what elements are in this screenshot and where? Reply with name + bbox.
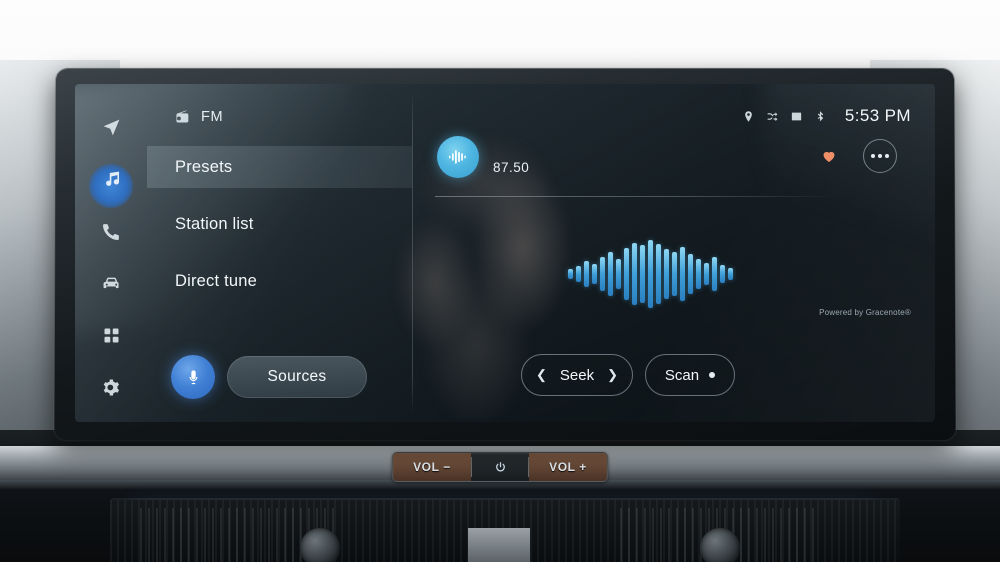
navigation-arrow-icon	[103, 119, 119, 135]
visualizer-bar	[623, 248, 629, 300]
source-menu-column: FM Presets Station list Direct tune Sour…	[147, 84, 412, 422]
visualizer-bar	[591, 264, 597, 284]
visualizer-bar	[663, 249, 669, 299]
visualizer-bar	[679, 247, 685, 301]
attribution-text: Powered by Gracenote®	[819, 308, 911, 317]
apps-grid-icon	[104, 328, 118, 342]
microphone-icon	[189, 369, 197, 384]
visualizer-bar	[719, 265, 725, 283]
visualizer-bar	[711, 257, 717, 291]
hardware-volume-panel: VOL − VOL +	[392, 452, 608, 482]
chevron-right-icon[interactable]: ❯	[607, 367, 618, 383]
vent-knob-right[interactable]	[700, 528, 740, 562]
menu-spacer	[147, 188, 412, 203]
car-icon	[103, 277, 119, 288]
panel-divider-horizontal	[435, 196, 839, 197]
menu-item-direct-tune[interactable]: Direct tune	[147, 260, 412, 302]
dot-icon	[871, 154, 875, 158]
dot-icon	[878, 154, 882, 158]
menu-spacer	[147, 245, 412, 260]
scan-indicator-dot	[709, 372, 716, 378]
scan-label: Scan	[664, 366, 700, 384]
sidebar-item-navigation[interactable]	[87, 110, 135, 144]
visualizer-bar	[607, 252, 613, 296]
station-frequency: 87.50	[493, 160, 530, 175]
favorite-button[interactable]	[821, 148, 837, 164]
center-console-divider	[468, 528, 530, 562]
power-button[interactable]	[472, 453, 528, 481]
menu-list: Presets Station list Direct tune	[147, 146, 412, 302]
infotainment-display[interactable]: FM Presets Station list Direct tune Sour…	[75, 84, 935, 422]
audio-visualizer	[565, 234, 735, 314]
scan-button[interactable]: Scan	[645, 354, 735, 396]
visualizer-bar	[647, 240, 653, 308]
seek-label: Seek	[559, 366, 595, 384]
bluetooth-icon	[817, 110, 824, 121]
power-button-icon	[495, 461, 505, 471]
radio-waveform-icon	[449, 150, 466, 164]
visualizer-bar	[695, 259, 701, 289]
station-badge[interactable]	[437, 136, 479, 178]
menu-item-presets[interactable]: Presets	[147, 146, 412, 188]
visualizer-bar	[599, 257, 605, 291]
seek-control[interactable]: ❮ Seek ❯	[521, 354, 633, 396]
volume-down-button[interactable]: VOL −	[393, 453, 471, 481]
visualizer-bar	[583, 261, 589, 287]
visualizer-bar	[703, 263, 709, 285]
visualizer-bar	[671, 252, 677, 296]
sidebar-item-apps[interactable]	[87, 318, 135, 352]
sidebar-item-media[interactable]	[87, 162, 135, 196]
sim-card-icon	[791, 112, 802, 120]
source-label: FM	[201, 109, 224, 125]
clock: 5:53 PM	[844, 106, 911, 125]
station-row: 87.50	[437, 136, 915, 188]
source-header: FM	[175, 109, 223, 125]
visualizer-bar	[631, 243, 637, 305]
music-note-icon	[105, 171, 119, 186]
visualizer-bar	[655, 244, 661, 304]
menu-item-station-list[interactable]: Station list	[147, 203, 412, 245]
volume-up-button[interactable]: VOL +	[529, 453, 607, 481]
visualizer-bar	[687, 254, 693, 294]
shuffle-icon	[767, 111, 778, 121]
radio-app-ui: FM Presets Station list Direct tune Sour…	[75, 84, 935, 422]
dot-icon	[885, 154, 889, 158]
visualizer-bar	[639, 245, 645, 303]
status-bar: 5:53 PM	[742, 106, 911, 126]
location-pin-icon	[745, 110, 752, 122]
chevron-left-icon[interactable]: ❮	[536, 367, 547, 383]
sources-button[interactable]: Sources	[227, 356, 367, 398]
visualizer-bar	[575, 266, 581, 282]
phone-icon	[102, 223, 119, 240]
heart-icon	[823, 151, 835, 162]
navigation-rail	[75, 84, 147, 422]
more-options-button[interactable]	[863, 139, 897, 173]
sidebar-item-settings[interactable]	[87, 370, 135, 404]
sidebar-item-vehicle[interactable]	[87, 266, 135, 300]
sidebar-item-phone[interactable]	[87, 214, 135, 248]
vent-knob-left[interactable]	[300, 528, 340, 562]
visualizer-bar	[615, 259, 621, 289]
visualizer-bar	[727, 268, 733, 280]
gear-icon	[103, 378, 119, 396]
visualizer-bar	[567, 269, 573, 279]
radio-icon	[176, 110, 189, 123]
voice-assistant-button[interactable]	[171, 355, 215, 399]
now-playing-panel: 5:53 PM 87.50 Powered by Gracenote® ❮ Se…	[413, 84, 935, 422]
